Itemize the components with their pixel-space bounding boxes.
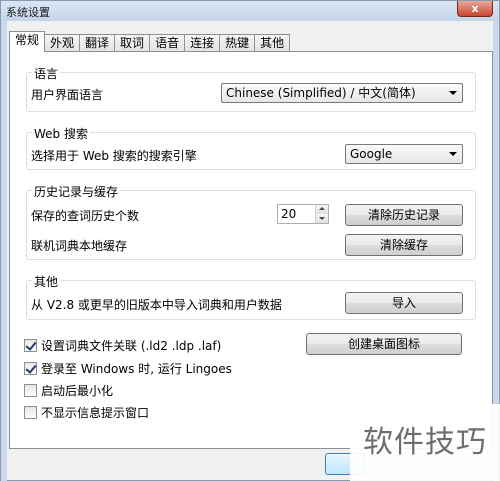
search-engine-label: 选择用于 Web 搜索的搜索引擎 xyxy=(31,149,197,163)
file-association-label: 设置词典文件关联 (.ld2 .ldp .laf) xyxy=(41,339,222,353)
history-count-label: 保存的查词历史个数 xyxy=(31,209,140,223)
tab-appearance[interactable]: 外观 xyxy=(44,34,81,52)
general-tab-panel: 语言 用户界面语言 Chinese (Simplified) / 中文(简体) … xyxy=(9,51,493,449)
window-title: 系统设置 xyxy=(6,6,50,19)
clear-cache-button[interactable]: 清除缓存 xyxy=(345,234,463,256)
chevron-down-icon xyxy=(449,152,457,156)
other-group: 其他 从 V2.8 或更早的旧版本中导入词典和用户数据 导入 xyxy=(26,273,476,320)
spin-up-icon[interactable] xyxy=(315,205,328,214)
minimize-on-start-option[interactable]: 启动后最小化 xyxy=(24,382,113,399)
run-on-login-label: 登录至 Windows 时, 运行 Lingoes xyxy=(41,362,232,376)
close-button[interactable]: x xyxy=(457,1,493,17)
ui-language-value: Chinese (Simplified) / 中文(简体) xyxy=(226,86,416,100)
tab-word-capture[interactable]: 取词 xyxy=(114,34,151,52)
web-search-group: Web 搜索 选择用于 Web 搜索的搜索引擎 Google xyxy=(26,125,476,170)
import-button[interactable]: 导入 xyxy=(345,292,463,314)
title-bar[interactable]: 系统设置 x xyxy=(1,1,499,21)
web-search-group-title: Web 搜索 xyxy=(32,125,90,142)
spin-down-icon[interactable] xyxy=(315,214,328,223)
ui-language-label: 用户界面语言 xyxy=(31,88,104,102)
other-group-title: 其他 xyxy=(32,273,61,290)
language-group: 语言 用户界面语言 Chinese (Simplified) / 中文(简体) xyxy=(26,65,476,112)
file-association-checkbox[interactable] xyxy=(24,339,37,352)
create-desktop-icon-button[interactable]: 创建桌面图标 xyxy=(306,333,462,355)
history-cache-group: 历史记录与缓存 保存的查词历史个数 20 清除历史记录 联机词典本地缓存 清除缓… xyxy=(26,183,476,260)
window-frame-left xyxy=(1,21,7,481)
tab-general[interactable]: 常规 xyxy=(9,31,46,52)
tab-hotkeys[interactable]: 热键 xyxy=(219,34,256,52)
hide-tips-label: 不显示信息提示窗口 xyxy=(41,406,150,420)
online-cache-label: 联机词典本地缓存 xyxy=(31,239,128,253)
hide-tips-checkbox[interactable] xyxy=(24,406,37,419)
ui-language-select[interactable]: Chinese (Simplified) / 中文(简体) xyxy=(221,83,463,103)
history-count-value: 20 xyxy=(281,207,297,221)
hide-tips-option[interactable]: 不显示信息提示窗口 xyxy=(24,404,149,421)
chevron-down-icon xyxy=(449,91,457,95)
tab-strip: 常规 外观 翻译 取词 语音 连接 热键 其他 xyxy=(9,31,291,52)
minimize-on-start-label: 启动后最小化 xyxy=(41,384,114,398)
tab-connection[interactable]: 连接 xyxy=(184,34,221,52)
import-label: 从 V2.8 或更早的旧版本中导入词典和用户数据 xyxy=(31,298,282,312)
watermark: 软件技巧 xyxy=(350,404,500,481)
search-engine-value: Google xyxy=(350,147,393,161)
minimize-on-start-checkbox[interactable] xyxy=(24,384,37,397)
search-engine-select[interactable]: Google xyxy=(345,144,463,164)
clear-history-button[interactable]: 清除历史记录 xyxy=(345,204,463,226)
run-on-login-option[interactable]: 登录至 Windows 时, 运行 Lingoes xyxy=(24,360,232,377)
history-group-title: 历史记录与缓存 xyxy=(32,183,121,200)
tab-speech[interactable]: 语音 xyxy=(149,34,186,52)
history-count-stepper[interactable]: 20 xyxy=(277,204,329,224)
file-association-option[interactable]: 设置词典文件关联 (.ld2 .ldp .laf) xyxy=(24,337,221,354)
language-group-title: 语言 xyxy=(32,65,61,82)
run-on-login-checkbox[interactable] xyxy=(24,362,37,375)
tab-other[interactable]: 其他 xyxy=(254,34,291,52)
tab-translation[interactable]: 翻译 xyxy=(79,34,116,52)
close-icon: x xyxy=(471,2,479,15)
